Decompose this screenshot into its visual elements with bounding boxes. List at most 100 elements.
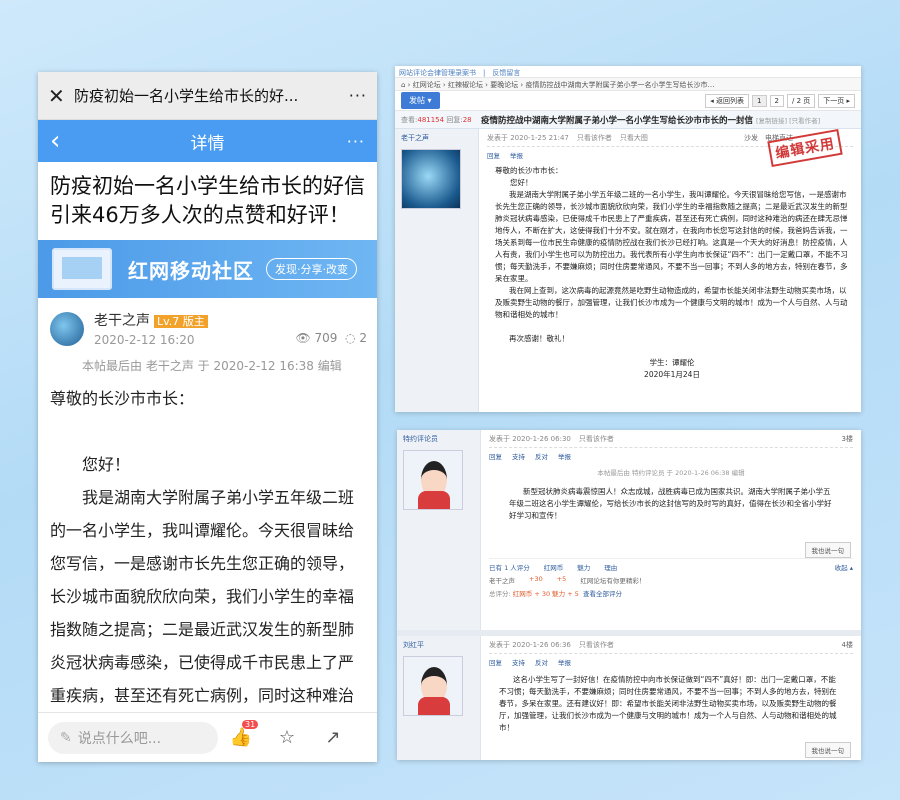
thread-title-text: 疫情防控战中湖南大学附属子弟小学一名小学生写给长沙市市长的一封信 [481,115,754,126]
author-only-link[interactable]: 只看该作者 [579,640,614,650]
like-button[interactable]: 👍 31 [218,720,264,748]
comment-input[interactable]: ✎ 说点什么吧... [48,721,218,754]
rating-col-coin: 红网币 [543,564,564,572]
detail-title: 详情 [190,133,225,154]
reply-meta: 发表于 2020-1-26 06:36 只看该作者 4楼 [489,640,853,654]
thread-title: 疫情防控战中湖南大学附属子弟小学一名小学生写给长沙市市长的一封信 [复制链接] … [473,114,861,126]
avatar[interactable] [50,311,84,346]
comment-icon: ◌ [345,331,356,345]
body-paragraph: 您好！ [50,455,131,474]
wechat-page-title: 防疫初始一名小学生给市长的好... [74,87,299,105]
reply-text: 新型冠状肺炎病毒震惊国人！众志成城，战胜病毒已成为国家共识。湖南大学附属子弟小学… [489,480,853,522]
post-user-panel: 老干之声 [395,129,479,412]
replies-count: 28 [462,115,472,124]
detail-header: ‹ 详情 ··· [38,120,377,162]
say-something-button[interactable]: 我也说一句 [804,542,851,558]
eye-icon: 👁 [295,331,311,345]
star-icon: ☆ [278,727,296,748]
rating-collapse-link[interactable]: 收起 ▴ [835,562,853,572]
reply-username[interactable]: 特约评论员 [403,434,474,444]
level-badge: Lv.7 版主 [154,315,208,328]
body-paragraph: 尊敬的长沙市市长： [50,389,195,408]
forum-thread-screenshot: 网站评论会律管理录案书 | 反馈留言 ⌂ › 红网论坛 › 红辣椒论坛 › 要晚… [395,66,861,412]
banner-title: 红网移动社区 [128,258,254,283]
report-link[interactable]: 举报 [558,657,571,667]
reply-link[interactable]: 回复 [489,657,502,667]
like-count-badge: 31 [242,720,259,729]
letter-paragraph: 尊敬的长沙市市长： [495,166,563,175]
breadcrumb[interactable]: ⌂ › 红网论坛 › 红辣椒论坛 › 要晚论坛 › 疫情防控战中湖南大学附属子弟… [395,78,861,91]
new-post-button[interactable]: 发帖 ▾ [401,92,440,109]
support-link[interactable]: 支持 [512,657,525,667]
letter-text: 尊敬的长沙市市长： 您好！ 我是湖南大学附属子弟小学五年级二班的一名小学生，我叫谭… [487,163,853,381]
say-something-button[interactable]: 我也说一句 [804,742,851,758]
reply-link[interactable]: 回复 [487,150,500,160]
report-link[interactable]: 举报 [558,451,571,461]
post-row: 老干之声 编辑采用 发表于 2020-1-25 21:47 只看该作者 只看大图… [395,128,861,412]
reply-paragraph: 新型冠状肺炎病毒震惊国人！众志成城，战胜病毒已成为国家共识。湖南大学附属子弟小学… [509,487,832,520]
report-link[interactable]: 举报 [510,150,523,160]
rating-col-reason: 理由 [604,564,618,572]
letter-paragraph: 我在网上查到，这次病毒的起源竟然是吃野生动物造成的，希望市长能关闭非法野生动物买… [495,286,848,319]
post-body: 尊敬的长沙市市长： 您好！ 我是湖南大学附属子弟小学五年级二班的一名小学生，我叫… [38,374,377,745]
author-name[interactable]: 老干之声 [94,313,150,329]
back-icon[interactable]: ‹ [50,128,90,154]
detail-more-icon[interactable]: ··· [325,132,365,151]
comment-placeholder: 说点什么吧... [77,730,162,747]
favorite-button[interactable]: ☆ [264,727,310,748]
rating-row: 老干之声 +30 +5 红网论坛有你更精彩！ [489,575,853,585]
rating-charm-value: +5 [556,575,567,583]
reply-date: 发表于 2020-1-26 06:36 [489,641,571,649]
rating-panel: 已有 1 人评分 红网币 魅力 理由 收起 ▴ 老干之声 +30 +5 红网论坛… [489,558,853,598]
post-username[interactable]: 老干之声 [401,133,472,143]
reply-row: 特约评论员 发表于 2020-1-26 06:30 只看该作者 3楼 回复 支持… [397,430,861,630]
letter-paragraph: 我是湖南大学附属子弟小学五年级二班的一名小学生，我叫谭耀伦。今天很冒昧给您写信，… [495,190,848,283]
letter-paragraph: 学生：谭耀伦 [649,358,695,367]
share-icon: ↗ [325,727,341,748]
view-all-ratings-link[interactable]: 查看全部评分 [583,590,622,598]
rating-reason: 红网论坛有你更精彩！ [580,577,646,585]
thread-stats: 查看:481154 回复:28 [395,115,473,125]
community-banner[interactable]: 红网移动社区 发现·分享·改变 [38,240,377,298]
support-link[interactable]: 支持 [512,451,525,461]
mobile-post-screenshot: ✕ 防疫初始一名小学生给市长的好... ··· ‹ 详情 ··· 防疫初始一名小… [38,72,377,762]
edit-note: 本帖最后由 老干之声 于 2020-2-12 16:38 编辑 [82,359,342,373]
rating-total-label: 总评分: [489,590,513,598]
reply-username[interactable]: 刘红平 [403,640,474,650]
avatar[interactable] [403,656,463,716]
reply-user-panel: 刘红平 [397,636,481,760]
avatar[interactable] [403,450,463,510]
post-title: 防疫初始一名小学生给市长的好信引来46万多人次的点赞和好评！ [50,174,365,227]
more-icon[interactable]: ··· [337,86,367,105]
body-paragraph: 我是湖南大学附属子弟小学五年级二班的一名小学生，我叫谭耀伦。今天很冒昧给您写信，… [50,488,355,738]
views-count: 481154 [417,115,445,124]
replies-label: 回复: [446,115,463,124]
page-total: / 2 页 [786,93,816,108]
close-icon[interactable]: ✕ [48,84,74,108]
reply-date: 发表于 2020-1-26 06:30 [489,435,571,443]
reply-text: 这名小学生写了一封好信！在疫情防控中向市长保证做到“四不”真好！即：出门一定戴口… [489,670,853,734]
author-only-link[interactable]: 只看该作者 [577,133,612,143]
forum-replies-screenshot: 特约评论员 发表于 2020-1-26 06:30 只看该作者 3楼 回复 支持… [397,430,861,760]
image-only-link[interactable]: 只看大图 [620,133,648,143]
thread-title-links[interactable]: [复制链接] [只看作者] [756,117,820,125]
edit-note: 本帖最后由 特约评论员 于 2020-1-26 06:38 编辑 [597,469,745,477]
back-to-list-button[interactable]: ◂ 返回列表 [705,93,750,108]
post-stats: 👁 709 ◌ 2 [295,331,367,345]
avatar[interactable] [401,149,461,209]
view-count: 709 [314,331,338,345]
next-page-button[interactable]: 下一页 ▸ [818,93,855,108]
oppose-link[interactable]: 反对 [535,451,548,461]
rating-total-value: 红网币 + 30 魅力 + 5 [512,590,579,598]
site-top-links[interactable]: 网站评论会律管理录案书 | 反馈留言 [395,66,861,78]
page-2[interactable]: 2 [769,94,784,107]
rater-name[interactable]: 老干之声 [489,575,515,585]
author-only-link[interactable]: 只看该作者 [579,434,614,444]
share-button[interactable]: ↗ [310,727,356,748]
reply-link[interactable]: 回复 [489,451,502,461]
oppose-link[interactable]: 反对 [535,657,548,667]
post-content: 编辑采用 发表于 2020-1-25 21:47 只看该作者 只看大图 沙发 电… [479,128,861,412]
reply-content: 发表于 2020-1-26 06:30 只看该作者 3楼 回复 支持 反对 举报… [481,430,861,630]
page-1[interactable]: 1 [752,94,767,107]
letter-paragraph: 再次感谢！敬礼！ [509,334,569,343]
